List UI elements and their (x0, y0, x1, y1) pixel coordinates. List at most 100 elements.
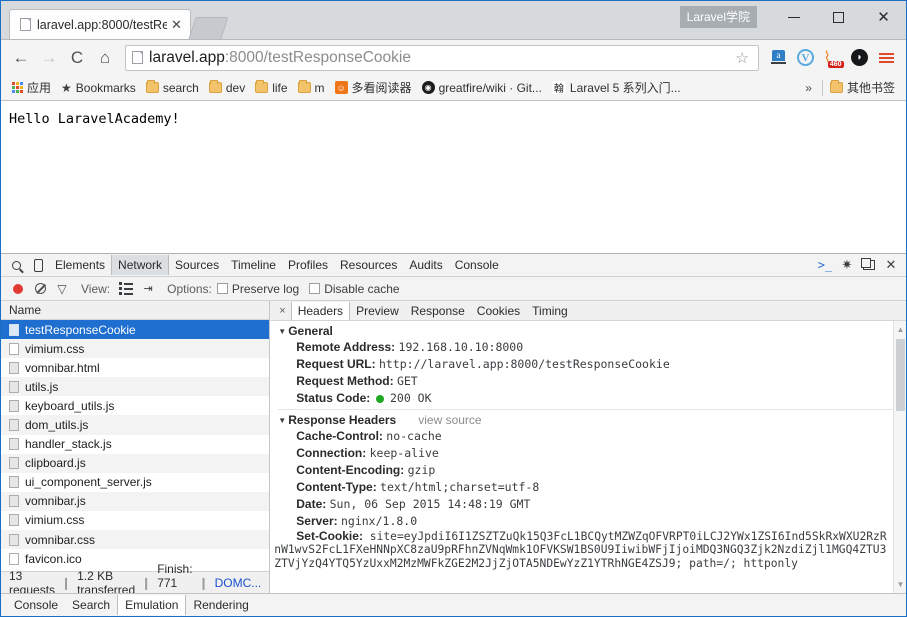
drawer-tab-emulation[interactable]: Emulation (117, 595, 187, 615)
general-section-header[interactable]: ▼ General (270, 323, 906, 339)
detail-scrollbar[interactable]: ▲ ▼ (893, 321, 906, 593)
bookmark-other-bookmarks[interactable]: 其他书签 (825, 77, 900, 98)
response-headers-section-header[interactable]: ▼ Response Headers view source (270, 412, 906, 428)
disable-cache-checkbox[interactable]: Disable cache (309, 281, 400, 296)
tab-headers[interactable]: Headers (290, 301, 351, 320)
vimium-extension-icon[interactable]: V (792, 44, 819, 71)
opera-extension-icon[interactable]: ◗ (846, 44, 873, 71)
bookmark-item-dev[interactable]: dev (204, 79, 250, 97)
table-row[interactable]: favicon.ico (1, 549, 270, 569)
tab-timing[interactable]: Timing (526, 302, 574, 320)
tab-console[interactable]: Console (449, 255, 505, 275)
table-row[interactable]: clipboard.js (1, 453, 270, 473)
tab-sources[interactable]: Sources (169, 255, 225, 275)
drawer-tab-console[interactable]: Console (7, 595, 65, 615)
table-row[interactable]: vimium.css (1, 339, 270, 359)
request-list[interactable]: testResponseCookie vimium.css vomnibar.h… (1, 320, 270, 571)
header-key: Content-Encoding: (296, 463, 405, 477)
search-icon[interactable] (5, 255, 27, 275)
network-summary-bar: 13 requests ❙ 1.2 KB transferred ❙ Finis… (1, 562, 270, 604)
tab-cookies[interactable]: Cookies (471, 302, 526, 320)
bookmark-label: search (162, 80, 199, 95)
home-icon[interactable]: ⌂ (91, 44, 119, 72)
request-name: clipboard.js (25, 456, 86, 471)
table-row[interactable]: vomnibar.html (1, 358, 270, 378)
bookmark-item-life[interactable]: life (250, 79, 292, 97)
detail-close-icon[interactable]: × (274, 305, 290, 317)
devtools-close-icon[interactable]: ✕ (880, 255, 902, 275)
header-key: Date: (296, 497, 327, 511)
drawer-tab-rendering[interactable]: Rendering (186, 595, 255, 615)
forward-icon[interactable]: → (35, 44, 63, 72)
page-info-icon[interactable] (132, 51, 143, 64)
tab-network[interactable]: Network (111, 255, 170, 275)
header-value: http://laravel.app:8000/testResponseCook… (378, 357, 670, 371)
bookmark-item-duokan[interactable]: ☺ 多看阅读器 (330, 77, 417, 98)
tab-profiles[interactable]: Profiles (282, 255, 334, 275)
disable-cache-label: Disable cache (324, 281, 400, 296)
new-tab-button[interactable] (188, 17, 229, 39)
file-icon (9, 552, 19, 565)
bookmark-item-laravel[interactable]: 翰 Laravel 5 系列入门... (547, 77, 686, 98)
header-row: Request Method: GET (270, 373, 906, 390)
back-icon[interactable]: ← (7, 44, 35, 72)
table-row[interactable]: keyboard_utils.js (1, 396, 270, 416)
bookmark-item-m[interactable]: m (293, 79, 330, 97)
page-content: Hello LaravelAcademy! (1, 101, 906, 253)
scroll-down-icon[interactable]: ▼ (894, 578, 906, 591)
window-controls: Laravel学院 ✕ (679, 1, 906, 33)
clear-button[interactable] (29, 279, 51, 299)
adblock-extension-icon[interactable]: a (765, 44, 792, 71)
console-drawer-icon[interactable]: >_ (814, 255, 836, 275)
scrollbar-thumb[interactable] (896, 339, 905, 411)
table-row[interactable]: vomnibar.css (1, 530, 270, 550)
table-row[interactable]: dom_utils.js (1, 415, 270, 435)
request-name: ui_component_server.js (25, 475, 152, 490)
device-toggle-icon[interactable] (27, 255, 49, 275)
request-name: testResponseCookie (25, 322, 136, 337)
view-list-icon[interactable] (115, 279, 137, 299)
tab-timeline[interactable]: Timeline (225, 255, 282, 275)
summary-divider: ❙ (61, 575, 72, 590)
bookmark-label: Laravel 5 系列入门... (569, 81, 681, 95)
dock-position-icon[interactable] (858, 255, 880, 275)
maximize-button[interactable] (816, 2, 861, 32)
view-timeline-icon[interactable]: ⇥ (137, 279, 159, 299)
filter-icon[interactable]: ▽ (51, 279, 73, 299)
close-button[interactable]: ✕ (861, 2, 906, 32)
header-key: Cache-Control: (296, 429, 383, 443)
bookmark-item-bookmarks[interactable]: ★ Bookmarks (56, 79, 141, 97)
record-button[interactable] (7, 279, 29, 299)
rss-extension-icon[interactable]: ⌇ 460 (819, 44, 846, 71)
bookmark-apps[interactable]: 应用 (7, 77, 56, 98)
tab-preview[interactable]: Preview (350, 302, 405, 320)
bookmark-item-greatfire[interactable]: ◉ greatfire/wiki · Git... (417, 79, 547, 97)
tab-resources[interactable]: Resources (334, 255, 403, 275)
drawer-tab-search[interactable]: Search (65, 595, 117, 615)
bookmarks-overflow-button[interactable]: » (797, 81, 820, 95)
gear-icon[interactable]: ✷ (836, 255, 858, 275)
bookmark-star-icon[interactable]: ☆ (733, 49, 752, 67)
close-icon[interactable]: ✕ (171, 18, 182, 31)
menu-icon[interactable] (873, 44, 900, 71)
scroll-up-icon[interactable]: ▲ (894, 323, 906, 336)
browser-tab[interactable]: laravel.app:8000/testRe: ✕ (9, 9, 191, 39)
table-row[interactable]: testResponseCookie (1, 320, 270, 340)
tab-elements[interactable]: Elements (49, 255, 111, 275)
table-row[interactable]: utils.js (1, 377, 270, 397)
table-row[interactable]: vimium.css (1, 510, 270, 531)
table-row[interactable]: vomnibar.js (1, 491, 270, 511)
table-row[interactable]: ui_component_server.js (1, 472, 270, 492)
minimize-button[interactable] (771, 2, 816, 32)
table-row[interactable]: handler_stack.js (1, 434, 270, 454)
bookmark-item-search[interactable]: search (141, 79, 204, 97)
file-icon (9, 533, 19, 546)
header-row: Server: nginx/1.8.0 (270, 513, 906, 530)
address-bar[interactable]: laravel.app:8000/testResponseCookie ☆ (125, 44, 759, 71)
tab-response[interactable]: Response (405, 302, 471, 320)
reload-icon[interactable]: C (63, 44, 91, 72)
view-source-link[interactable]: view source (418, 413, 481, 427)
tab-audits[interactable]: Audits (403, 255, 448, 275)
request-name: dom_utils.js (25, 418, 89, 433)
preserve-log-checkbox[interactable]: Preserve log (216, 282, 299, 296)
